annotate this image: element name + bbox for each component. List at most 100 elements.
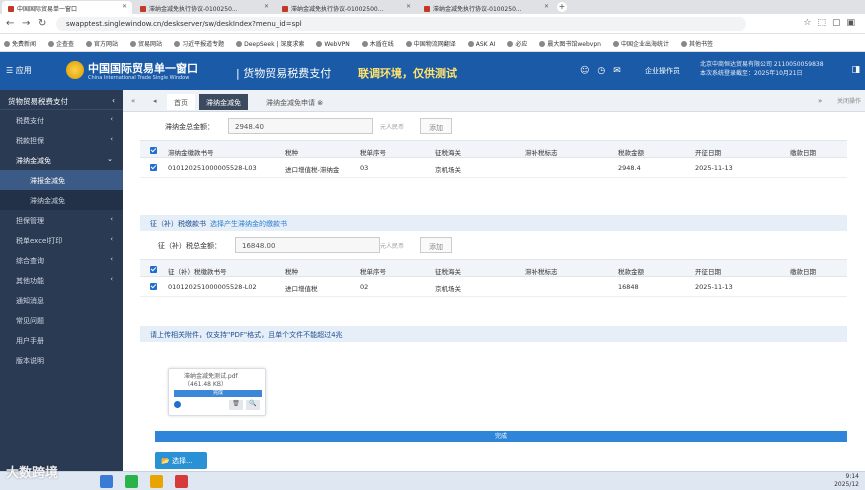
table-row[interactable]: 010120251000005528-L03 进口增值税-滞纳金 03 京机场关… — [140, 158, 847, 178]
table-cell: 03 — [360, 164, 369, 172]
table-cell: 02 — [360, 283, 369, 291]
tab-home[interactable]: 首页 — [167, 94, 195, 110]
close-icon[interactable]: ✕ — [264, 3, 269, 10]
sidebar-item[interactable]: 滞报金减免 — [0, 170, 123, 190]
select-all-checkbox[interactable] — [150, 266, 157, 273]
bookmark-item[interactable]: WebVPN — [316, 41, 350, 48]
new-tab-button[interactable]: + — [557, 2, 567, 12]
tabs-next-button[interactable]: » — [818, 97, 822, 105]
add-late-fee-button[interactable]: 添加 — [420, 118, 452, 134]
site-icon — [282, 6, 288, 12]
bookmark-item[interactable]: 其他书签 — [680, 39, 713, 48]
tabs-prev-button[interactable]: « — [131, 97, 135, 105]
browser-tab-label: 滞纳金减免执行协议-01002500... — [291, 6, 384, 13]
explorer-icon[interactable] — [100, 475, 113, 488]
bookmark-label: DeepSeek | 深度求索 — [244, 41, 305, 48]
site-icon — [8, 6, 14, 12]
browser-icon[interactable] — [125, 475, 138, 488]
sidebar-item[interactable]: 用户手册 — [0, 330, 123, 350]
table-row[interactable]: 010120251000005528-L02 进口增值税 02 京机场关 168… — [140, 277, 847, 297]
browser-tab[interactable]: 滞纳金减免执行协议-0100250... ✕ — [134, 1, 274, 14]
bookmark-item[interactable]: 官方网站 — [86, 39, 118, 48]
bookmark-icon — [316, 41, 323, 47]
browser-tab-label: 滞纳金减免执行协议-0100250... — [433, 6, 522, 13]
column-header: 税种 — [285, 268, 298, 276]
header-icons[interactable]: ☺◷✉ — [580, 66, 629, 76]
delete-file-button[interactable]: 🗑 — [229, 400, 243, 410]
reload-icon[interactable]: ↻ — [38, 18, 46, 29]
bookmark-icon — [612, 41, 619, 47]
url-field[interactable]: swapptest.singlewindow.cn/deskserver/sw/… — [56, 17, 746, 31]
tax-total-field[interactable]: 16848.00 — [235, 237, 380, 253]
sidebar-item[interactable]: 综合查询 ‹ — [0, 250, 123, 270]
bookmark-label: 企查查 — [56, 41, 75, 48]
bookmark-item[interactable]: 晨大图书馆webvpn — [539, 39, 601, 48]
environment-note: 联调环境，仅供测试 — [358, 67, 457, 80]
sidebar-item[interactable]: 担保管理 ‹ — [0, 210, 123, 230]
late-fee-section: 滞纳金总金额： 2948.40 元人民币 添加 滞纳金缴款书号 税种 税单序号 … — [140, 112, 847, 178]
column-header: 税款金额 — [618, 268, 644, 276]
logout-icon[interactable]: ◨ — [851, 65, 860, 75]
add-tax-bill-button[interactable]: 添加 — [420, 237, 452, 253]
chevron-icon: ‹ — [110, 135, 113, 143]
bookmark-item[interactable]: 贸易网站 — [130, 39, 162, 48]
bookmark-item[interactable]: 中国企业出海统计 — [612, 39, 669, 48]
bookmark-icon — [236, 41, 243, 47]
browser-tab[interactable]: 滞纳金减免执行协议-01002500... ✕ — [276, 1, 416, 14]
close-tabs-button[interactable]: 关闭操作 — [837, 96, 861, 105]
sidebar-item[interactable]: 其他功能 ‹ — [0, 270, 123, 290]
sidebar-item[interactable]: 税单excel打印 ‹ — [0, 230, 123, 250]
zoom-file-button[interactable]: 🔍 — [246, 400, 260, 410]
bookmark-item[interactable]: DeepSeek | 深度求索 — [236, 39, 304, 48]
bookmark-item[interactable]: 免费新闻 — [4, 39, 36, 48]
bookmark-label: 贸易网站 — [138, 41, 163, 48]
chevron-icon: ‹ — [110, 255, 113, 263]
sidebar-header-label: 货物贸易税费支付 — [8, 97, 68, 106]
browser-tab[interactable]: 滞纳金减免执行协议-0100250... ✕ — [418, 1, 554, 14]
sidebar-item[interactable]: 通知消息 — [0, 290, 123, 310]
sidebar-item-label: 其他功能 — [16, 277, 44, 285]
app-icon[interactable] — [175, 475, 188, 488]
bookmark-label: 官方网站 — [94, 41, 119, 48]
operator-label: 企业操作员 — [645, 67, 680, 75]
sidebar-item[interactable]: 滞纳金减免 ⌄ — [0, 150, 123, 170]
close-icon[interactable]: ✕ — [406, 3, 411, 10]
tab-late-fee-relief[interactable]: 滞纳金减免 — [199, 94, 248, 110]
sidebar-item[interactable]: 版本说明 — [0, 350, 123, 370]
sidebar-header[interactable]: 货物贸易税费支付 ‹ — [0, 90, 123, 110]
tab-late-fee-application[interactable]: 滞纳金减免申请 ⊗ — [259, 94, 330, 110]
chevron-icon: ‹ — [110, 275, 113, 283]
browser-tab[interactable]: 中国国际贸易单一窗口 ✕ — [2, 1, 132, 14]
bookmark-item[interactable]: 企查查 — [48, 39, 74, 48]
sidebar-item[interactable]: 税费支付 ‹ — [0, 110, 123, 130]
bookmark-label: 中国企业出海统计 — [620, 41, 669, 48]
row-checkbox[interactable] — [150, 283, 157, 290]
table-cell: 2025-11-13 — [695, 283, 733, 291]
select-all-checkbox[interactable] — [150, 147, 157, 154]
forward-icon[interactable]: → — [22, 18, 30, 29]
late-fee-total-field[interactable]: 2948.40 — [228, 118, 373, 134]
chevron-icon: ‹ — [110, 115, 113, 123]
browser-toolbar-icons[interactable]: ☆⬚▢▣ — [803, 18, 861, 28]
bookmark-item[interactable]: ASK AI — [467, 41, 495, 48]
chevron-icon: ‹ — [110, 215, 113, 223]
select-file-button[interactable]: 📂 选择... — [155, 452, 207, 469]
bookmark-label: 木盾在线 — [369, 41, 394, 48]
table-cell: 16848 — [618, 283, 639, 291]
bookmark-item[interactable]: 习近平报道专题 — [174, 39, 224, 48]
folder-icon[interactable] — [150, 475, 163, 488]
row-checkbox[interactable] — [150, 164, 157, 171]
bookmark-item[interactable]: 中国物流网翻译 — [405, 39, 456, 48]
sidebar-item[interactable]: 常见问题 — [0, 310, 123, 330]
sidebar-item-label: 税款担保 — [16, 137, 44, 145]
sidebar-item[interactable]: 税款担保 ‹ — [0, 130, 123, 150]
bookmark-item[interactable]: 木盾在线 — [361, 39, 394, 48]
bookmark-item[interactable]: 必应 — [507, 39, 527, 48]
close-icon[interactable]: ✕ — [544, 3, 549, 10]
bookmark-label: 其他书签 — [688, 41, 713, 48]
tabs-back-button[interactable]: ◂ — [153, 97, 157, 105]
close-icon[interactable]: ✕ — [122, 3, 127, 10]
sidebar-item[interactable]: 滞纳金减免 — [0, 190, 123, 210]
app-menu-button[interactable]: ☰ 应用 — [6, 65, 32, 76]
back-icon[interactable]: ← — [6, 18, 14, 29]
